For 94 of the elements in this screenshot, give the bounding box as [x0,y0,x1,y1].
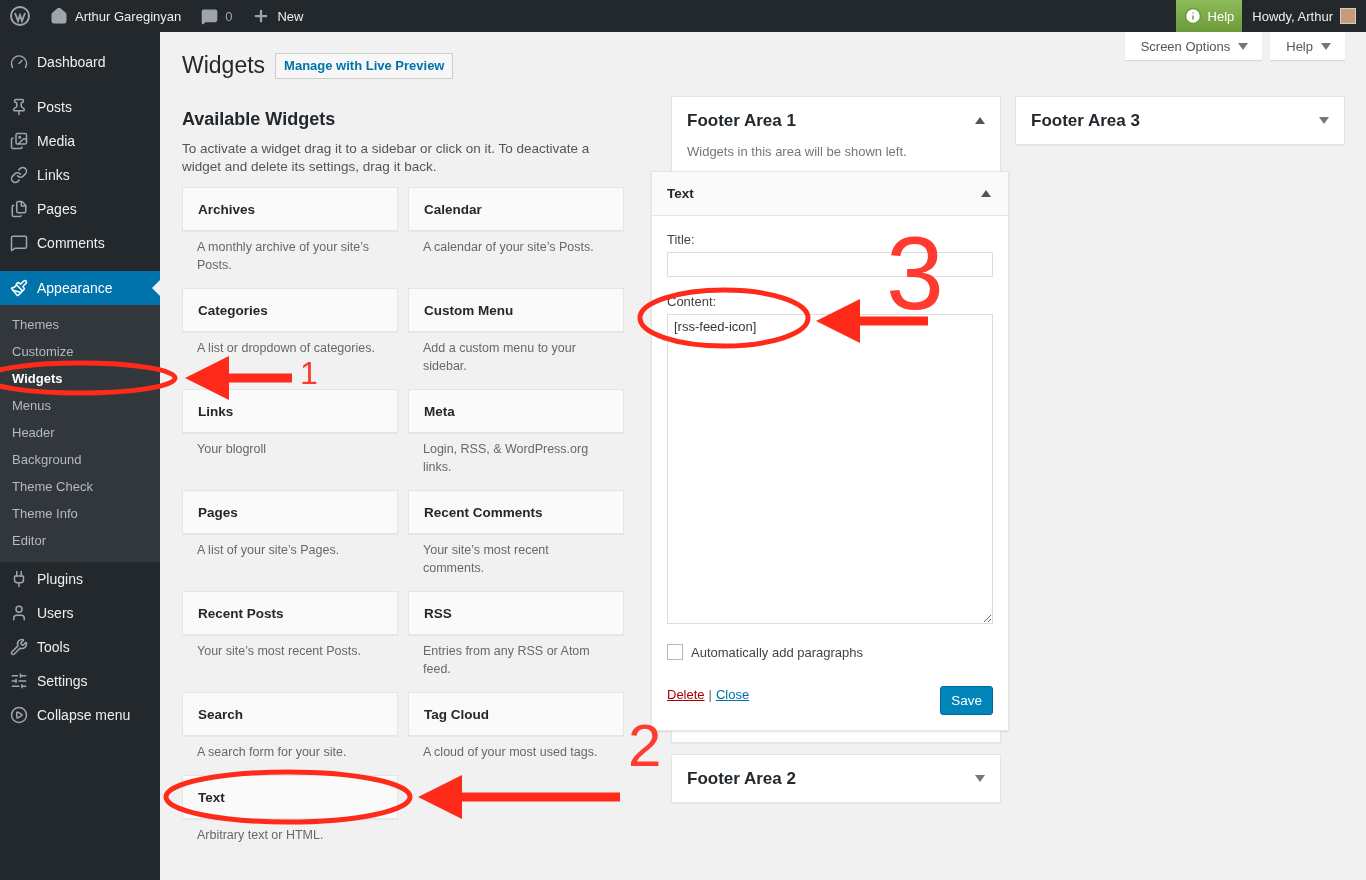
menu-item[interactable]: Posts [0,90,160,124]
widget-title[interactable]: RSS [408,591,624,635]
submenu-item[interactable]: Widgets [0,365,160,392]
caret-icon [1238,42,1249,50]
delete-link[interactable]: Delete [667,687,705,702]
field-label: Title: [667,232,696,247]
person-icon [10,604,28,622]
link-separator: | [708,687,712,702]
widget-description: Arbitrary text or HTML. [196,827,325,844]
sliders-icon [10,672,28,690]
widget-title[interactable]: Calendar [408,187,624,231]
submenu-item[interactable]: Customize [0,338,160,365]
menu-item[interactable]: Media [0,124,160,158]
widget-description: Entries from any RSS or Atom feed. [422,643,591,678]
speech-bubble-icon [201,7,219,25]
expand-arrow-icon[interactable] [975,775,985,782]
page-title: Widgets [182,52,266,79]
caret-icon [1321,42,1331,50]
menu-item[interactable]: Comments [0,226,160,260]
submenu-item[interactable]: Theme Check [0,473,160,500]
expand-arrow-icon[interactable] [1319,117,1329,124]
info-icon [1183,7,1202,25]
widget-description: A cloud of your most used tags. [422,744,599,761]
speech-bubble-icon [10,234,28,252]
menu-item[interactable]: Dashboard [0,45,160,79]
widget-area-title[interactable]: Footer Area 1 [687,110,796,131]
menu-item[interactable]: Users [0,596,160,630]
widget-description: Your site’s most recent Posts. [196,643,362,660]
menu-item[interactable]: Plugins [0,562,160,596]
widget-title[interactable]: Text [667,186,694,201]
screen-meta-tab[interactable]: Screen Options [1124,32,1263,60]
submenu-item[interactable]: Header [0,419,160,446]
menu-item[interactable]: Links [0,158,160,192]
checkbox[interactable] [667,644,683,660]
widget-description: A calendar of your site’s Posts. [422,239,595,256]
checkbox-label: Automatically add paragraphs [691,644,863,660]
widget-title[interactable]: Search [182,692,398,736]
widget-description: Your blogroll [196,441,268,458]
menu-item[interactable]: Pages [0,192,160,226]
paintbrush-icon [10,279,28,297]
widget-area-description: Widgets in this area will be shown left. [686,144,908,161]
menu-item[interactable]: Tools [0,630,160,664]
menu-item[interactable]: Collapse menu [0,698,160,732]
site-name-link[interactable]: Arthur Gareginyan [75,8,182,24]
submenu-item[interactable]: Theme Info [0,500,160,527]
submenu-item[interactable]: Editor [0,527,160,554]
widget-description: A search form for your site. [196,744,348,761]
pin-icon [10,98,28,116]
collapse-arrow-icon[interactable] [981,190,991,197]
screen-meta-tab[interactable]: Help [1270,32,1345,60]
close-link[interactable]: Close [715,687,750,702]
section-description: To activate a widget drag it to a sidebar or click on it. To deactivate a widget and delete its settings, drag it back. [182,140,591,176]
pages-icon [10,200,28,218]
comment-count[interactable]: 0 [225,8,233,24]
annotation-number: 2 [628,716,662,776]
widget-description: Add a custom menu to your sidebar. [422,340,577,375]
widget-title[interactable]: Recent Posts [182,591,398,635]
gauge-icon [10,53,28,71]
live-preview-button[interactable]: Manage with Live Preview [275,52,454,79]
images-icon [10,132,28,150]
submenu-item[interactable]: Themes [0,311,160,338]
collapse-arrow-icon[interactable] [975,117,985,124]
widget-description: A list of your site’s Pages. [196,542,341,559]
submenu-item[interactable]: Menus [0,392,160,419]
widget-title[interactable]: Meta [408,389,624,433]
menu-item[interactable]: Appearance [0,271,160,305]
widget-description: A list or dropdown of categories. [196,340,376,357]
widget-area-title[interactable]: Footer Area 3 [1031,110,1140,131]
widget-description: Your site’s most recent comments. [422,542,550,577]
widget-title[interactable]: Pages [182,490,398,534]
field-label: Content: [667,294,718,309]
annotation-number: 1 [300,357,318,389]
widget-title[interactable]: Tag Cloud [408,692,624,736]
widget-title[interactable]: Custom Menu [408,288,624,332]
widget-title[interactable]: Archives [182,187,398,231]
wrench-icon [10,638,28,656]
avatar-placeholder [1340,8,1356,24]
widget-area-title[interactable]: Footer Area 2 [687,768,796,789]
widget-title[interactable]: Recent Comments [408,490,624,534]
wordpress-logo[interactable] [10,6,30,26]
section-heading: Available Widgets [182,109,337,130]
new-link[interactable]: New [277,8,304,24]
greeting-link[interactable]: Howdy, Arthur [1252,8,1333,24]
content-text-area[interactable]: [rss-feed-icon] [667,314,993,624]
menu-item[interactable]: Settings [0,664,160,698]
save-button[interactable]: Save [940,686,993,715]
widget-description: Login, RSS, & WordPress.org links. [422,441,590,476]
widget-description: A monthly archive of your site’s Posts. [196,239,371,274]
widget-title[interactable]: Categories [182,288,398,332]
play-circle-icon [10,706,28,724]
link-icon [10,166,28,184]
widget-title[interactable]: Links [182,389,398,433]
submenu-item[interactable]: Background [0,446,160,473]
home-icon [50,7,68,25]
